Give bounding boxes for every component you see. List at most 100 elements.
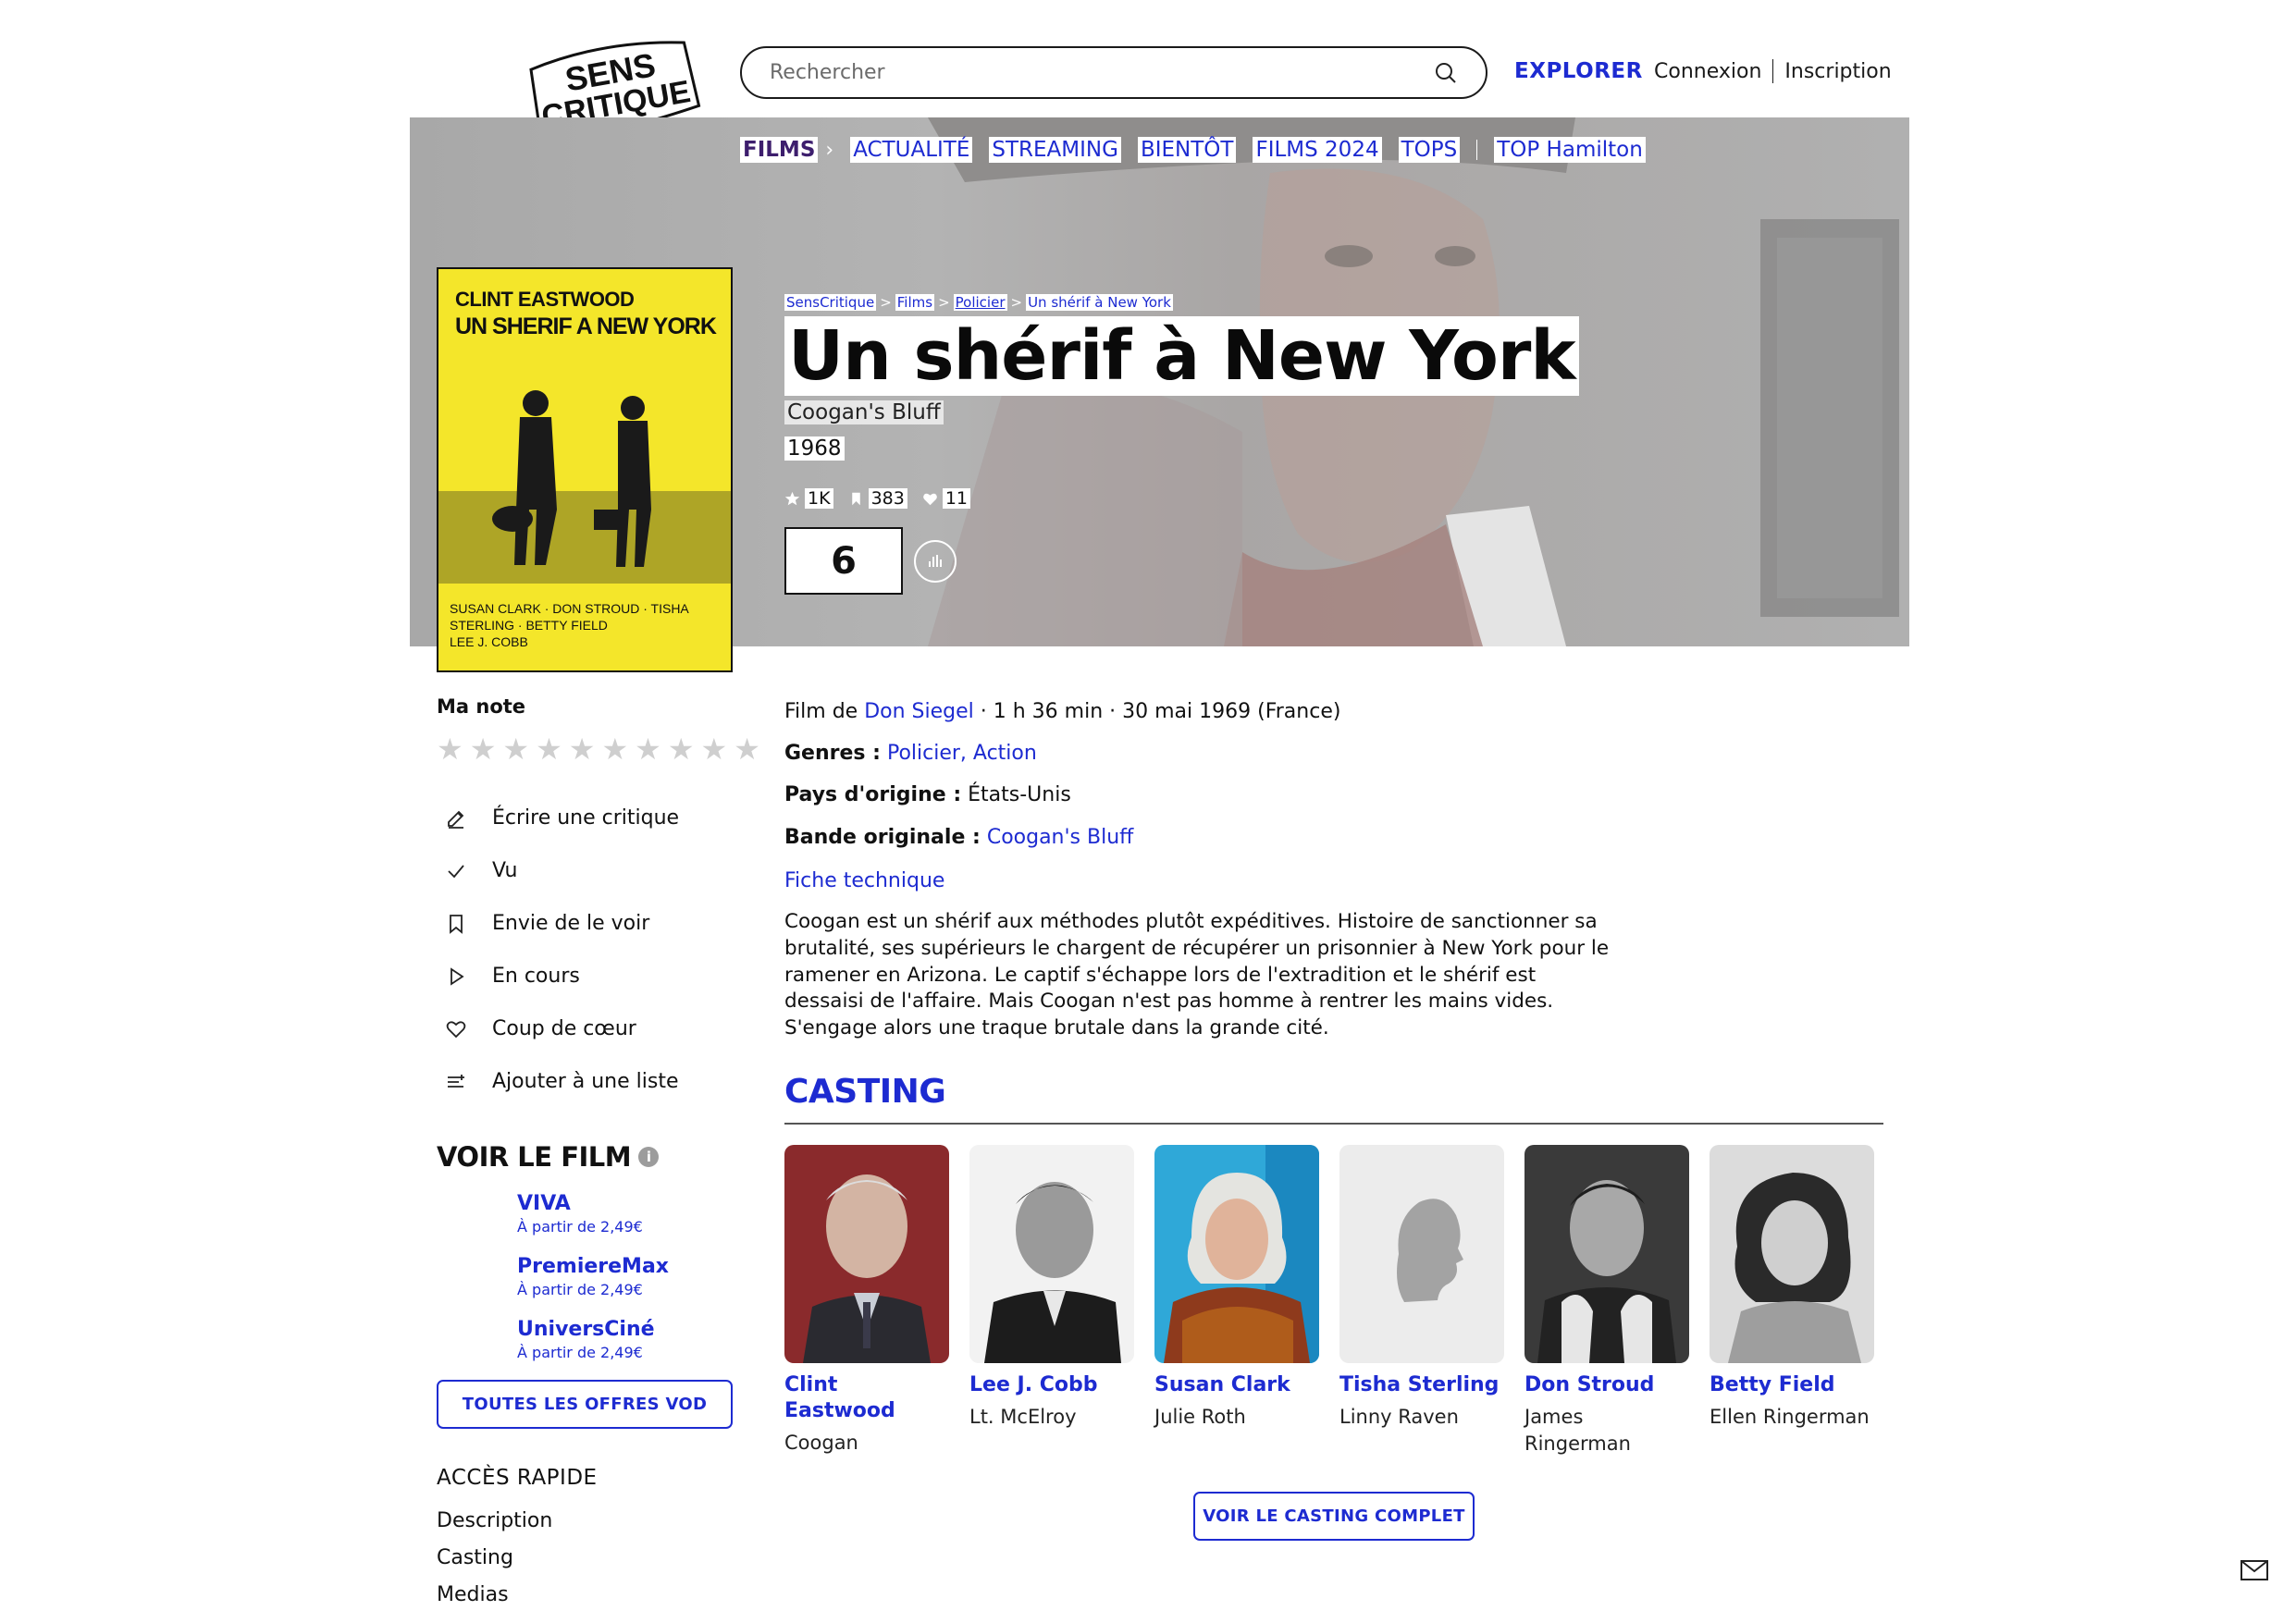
vod-item-viva[interactable]: VIVA À partir de 2,49€ [517,1191,734,1237]
cast-card-clint-eastwood[interactable]: Clint Eastwood Coogan [784,1145,949,1457]
explorer-link[interactable]: EXPLORER [1514,59,1643,83]
vod-name[interactable]: VIVA [517,1191,734,1217]
cast-card-lee-j-cobb[interactable]: Lee J. Cobb Lt. McElroy [969,1145,1134,1457]
all-vod-offers-button[interactable]: TOUTES LES OFFRES VOD [437,1380,733,1429]
average-score: 6 [784,527,903,595]
chevron-right-icon: › [825,138,834,162]
cast-name[interactable]: Clint Eastwood [784,1372,949,1424]
cast-card-betty-field[interactable]: Betty Field Ellen Ringerman [1710,1145,1874,1457]
cast-card-tisha-sterling[interactable]: Tisha Sterling Linny Raven [1339,1145,1504,1457]
vod-item-universcine[interactable]: UniversCiné À partir de 2,49€ [517,1317,734,1363]
rating-star-7[interactable]: ★ [635,734,661,764]
auth-separator [1772,59,1774,83]
portrait-image [1524,1145,1689,1363]
cast-role: Coogan [784,1432,858,1454]
rating-star-10[interactable]: ★ [734,734,760,764]
login-link[interactable]: Connexion [1654,60,1761,83]
cast-photo[interactable] [1524,1145,1689,1363]
action-add-to-list[interactable]: Ajouter à une liste [437,1055,734,1108]
poster-credits-line-1: SUSAN CLARK · DON STROUD · TISHA STERLIN… [450,601,689,633]
sidebar: Ma note ★ ★ ★ ★ ★ ★ ★ ★ ★ ★ Écrire une critique V… [437,695,760,1614]
list-add-icon [444,1070,468,1094]
cast-name[interactable]: Tisha Sterling [1339,1372,1504,1398]
rating-star-6[interactable]: ★ [601,734,628,764]
nav-tops[interactable]: TOPS [1398,137,1461,163]
check-icon [444,859,468,883]
country-row: Pays d'origine : États-Unis [784,783,1071,806]
nav-top-hamilton[interactable]: TOP Hamilton [1494,137,1646,163]
action-seen[interactable]: Vu [437,844,734,897]
breadcrumb-policier[interactable]: Policier [953,294,1007,311]
quick-link-casting[interactable]: Casting [437,1540,734,1577]
mail-icon[interactable] [2240,1560,2268,1580]
search-input[interactable] [770,61,1434,84]
full-casting-button[interactable]: VOIR LE CASTING COMPLET [1193,1492,1475,1541]
cast-photo[interactable] [784,1145,949,1363]
signup-link[interactable]: Inscription [1784,60,1891,83]
search-icon[interactable] [1434,61,1458,85]
quick-link-medias[interactable]: Medias [437,1577,734,1614]
nav-streaming[interactable]: STREAMING [989,137,1121,163]
soundtrack-link[interactable]: Coogan's Bluff [987,826,1133,849]
breadcrumb-films[interactable]: Films [895,294,935,311]
nav-films[interactable]: FILMS [740,137,819,163]
synopsis: Coogan est un shérif aux méthodes plutôt… [784,910,1610,1040]
search-bar[interactable] [740,46,1487,99]
play-icon [444,965,468,989]
nav-actualite[interactable]: ACTUALITÉ [850,137,973,163]
watch-section-title: VOIR LE FILM i [437,1141,734,1173]
rating-star-8[interactable]: ★ [668,734,695,764]
action-favorite[interactable]: Coup de cœur [437,1002,734,1055]
cast-photo[interactable] [1154,1145,1319,1363]
cast-role: Julie Roth [1154,1406,1246,1428]
breadcrumb-senscritique[interactable]: SensCritique [784,294,877,311]
genres-links[interactable]: Policier, Action [887,742,1037,765]
action-label: Ajouter à une liste [492,1070,679,1093]
genres-row: Genres : Policier, Action [784,742,1037,765]
nav-bientot[interactable]: BIENTÔT [1137,137,1237,163]
director-link[interactable]: Don Siegel [864,700,974,723]
poster-title: UN SHERIF A NEW YORK [455,314,717,339]
cast-role: Lt. McElroy [969,1406,1077,1428]
breadcrumb: SensCritique > Films > Policier > Un shé… [784,294,1173,311]
cast-name[interactable]: Lee J. Cobb [969,1372,1134,1398]
action-wishlist[interactable]: Envie de le voir [437,897,734,950]
rating-star-4[interactable]: ★ [536,734,562,764]
rating-star-3[interactable]: ★ [502,734,529,764]
main-nav: FILMS › ACTUALITÉ STREAMING BIENTÔT FILM… [740,137,1646,163]
cast-name[interactable]: Betty Field [1710,1372,1874,1398]
original-title: Coogan's Bluff [784,400,944,424]
cast-photo-placeholder[interactable] [1339,1145,1504,1363]
vod-item-premieremax[interactable]: PremiereMax À partir de 2,49€ [517,1254,734,1300]
quick-link-description[interactable]: Description [437,1503,734,1540]
casting-divider [784,1123,1883,1125]
action-write-review[interactable]: Écrire une critique [437,792,734,844]
rating-star-5[interactable]: ★ [569,734,596,764]
breadcrumb-current[interactable]: Un shérif à New York [1026,294,1173,311]
rating-distribution-button[interactable] [914,540,957,583]
film-poster[interactable]: CLINT EASTWOOD UN SHERIF A NEW YORK SUSA… [437,267,733,672]
rating-star-2[interactable]: ★ [470,734,497,764]
poster-credits: SUSAN CLARK · DON STROUD · TISHA STERLIN… [450,600,720,650]
cast-card-susan-clark[interactable]: Susan Clark Julie Roth [1154,1145,1319,1457]
portrait-image [1710,1145,1874,1363]
star-icon [784,491,800,505]
info-icon[interactable]: i [638,1147,660,1167]
vod-name[interactable]: UniversCiné [517,1317,734,1343]
rating-star-1[interactable]: ★ [437,734,463,764]
vod-name[interactable]: PremiereMax [517,1254,734,1280]
cast-card-don-stroud[interactable]: Don Stroud James Ringerman [1524,1145,1689,1457]
action-label: Coup de cœur [492,1017,636,1040]
cast-name[interactable]: Don Stroud [1524,1372,1689,1398]
bookmark-icon [851,492,860,505]
pencil-icon [444,806,468,830]
cast-role: Linny Raven [1339,1406,1459,1428]
nav-films-2024[interactable]: FILMS 2024 [1253,137,1382,163]
cast-name[interactable]: Susan Clark [1154,1372,1319,1398]
portrait-image [969,1145,1134,1363]
cast-photo[interactable] [1710,1145,1874,1363]
rating-star-9[interactable]: ★ [701,734,728,764]
technical-sheet-link[interactable]: Fiche technique [784,869,944,892]
action-in-progress[interactable]: En cours [437,950,734,1002]
cast-photo[interactable] [969,1145,1134,1363]
